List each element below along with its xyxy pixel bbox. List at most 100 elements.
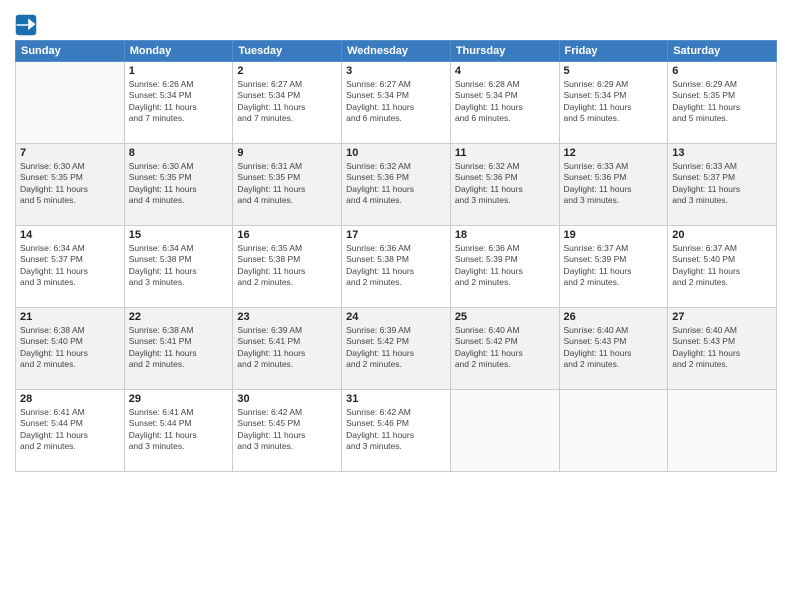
cell-day-number: 28 — [20, 393, 120, 405]
calendar-cell: 30Sunrise: 6:42 AM Sunset: 5:45 PM Dayli… — [233, 390, 342, 472]
cell-info-text: Sunrise: 6:41 AM Sunset: 5:44 PM Dayligh… — [129, 407, 229, 453]
cell-info-text: Sunrise: 6:37 AM Sunset: 5:40 PM Dayligh… — [672, 243, 772, 289]
col-header-sunday: Sunday — [16, 41, 125, 62]
calendar-cell — [16, 62, 125, 144]
cell-day-number: 14 — [20, 229, 120, 241]
cell-day-number: 18 — [455, 229, 555, 241]
col-header-tuesday: Tuesday — [233, 41, 342, 62]
col-header-thursday: Thursday — [450, 41, 559, 62]
cell-info-text: Sunrise: 6:37 AM Sunset: 5:39 PM Dayligh… — [564, 243, 664, 289]
cell-info-text: Sunrise: 6:39 AM Sunset: 5:42 PM Dayligh… — [346, 325, 446, 371]
cell-info-text: Sunrise: 6:36 AM Sunset: 5:38 PM Dayligh… — [346, 243, 446, 289]
cell-info-text: Sunrise: 6:38 AM Sunset: 5:40 PM Dayligh… — [20, 325, 120, 371]
cell-day-number: 9 — [237, 147, 337, 159]
calendar-week-row: 28 Sunrise: 6:41 AM Sunset: 5:44 PM Dayli… — [16, 390, 777, 472]
cell-day-number: 21 — [20, 311, 120, 323]
calendar-cell: 25 Sunrise: 6:40 AM Sunset: 5:42 PM Dayli… — [450, 308, 559, 390]
calendar-table: SundayMondayTuesdayWednesdayThursdayFrid… — [15, 40, 777, 472]
cell-day-number: 25 — [455, 311, 555, 323]
calendar-cell: 28 Sunrise: 6:41 AM Sunset: 5:44 PM Dayli… — [16, 390, 125, 472]
calendar-cell — [668, 390, 777, 472]
calendar-cell: 1 Sunrise: 6:26 AM Sunset: 5:34 PM Daylig… — [124, 62, 233, 144]
cell-info-text: Sunrise: 6:38 AM Sunset: 5:41 PM Dayligh… — [129, 325, 229, 371]
calendar-cell: 4 Sunrise: 6:28 AM Sunset: 5:34 PM Daylig… — [450, 62, 559, 144]
cell-day-number: 15 — [129, 229, 229, 241]
cell-day-number: 31 — [346, 393, 446, 405]
calendar-cell — [559, 390, 668, 472]
cell-info-text: Sunrise: 6:30 AM Sunset: 5:35 PM Dayligh… — [20, 161, 120, 207]
cell-info-text: Sunrise: 6:34 AM Sunset: 5:37 PM Dayligh… — [20, 243, 120, 289]
cell-day-number: 20 — [672, 229, 772, 241]
cell-info-text: Sunrise: 6:29 AM Sunset: 5:34 PM Dayligh… — [564, 79, 664, 125]
calendar-cell: 8Sunrise: 6:30 AM Sunset: 5:35 PM Daylig… — [124, 144, 233, 226]
cell-day-number: 1 — [129, 65, 229, 77]
calendar-cell: 21 Sunrise: 6:38 AM Sunset: 5:40 PM Dayli… — [16, 308, 125, 390]
cell-day-number: 6 — [672, 65, 772, 77]
cell-info-text: Sunrise: 6:40 AM Sunset: 5:43 PM Dayligh… — [672, 325, 772, 371]
cell-day-number: 12 — [564, 147, 664, 159]
calendar-cell: 24 Sunrise: 6:39 AM Sunset: 5:42 PM Dayli… — [342, 308, 451, 390]
calendar-cell: 11 Sunrise: 6:32 AM Sunset: 5:36 PM Dayli… — [450, 144, 559, 226]
cell-info-text: Sunrise: 6:33 AM Sunset: 5:36 PM Dayligh… — [564, 161, 664, 207]
cell-day-number: 26 — [564, 311, 664, 323]
calendar-cell: 17 Sunrise: 6:36 AM Sunset: 5:38 PM Dayli… — [342, 226, 451, 308]
cell-info-text: Sunrise: 6:32 AM Sunset: 5:36 PM Dayligh… — [346, 161, 446, 207]
cell-day-number: 27 — [672, 311, 772, 323]
header — [15, 10, 777, 36]
cell-info-text: Sunrise: 6:42 AM Sunset: 5:46 PM Dayligh… — [346, 407, 446, 453]
cell-info-text: Sunrise: 6:36 AM Sunset: 5:39 PM Dayligh… — [455, 243, 555, 289]
col-header-wednesday: Wednesday — [342, 41, 451, 62]
cell-info-text: Sunrise: 6:26 AM Sunset: 5:34 PM Dayligh… — [129, 79, 229, 125]
cell-day-number: 22 — [129, 311, 229, 323]
cell-day-number: 5 — [564, 65, 664, 77]
cell-info-text: Sunrise: 6:29 AM Sunset: 5:35 PM Dayligh… — [672, 79, 772, 125]
cell-day-number: 23 — [237, 311, 337, 323]
calendar-cell: 2Sunrise: 6:27 AM Sunset: 5:34 PM Daylig… — [233, 62, 342, 144]
cell-info-text: Sunrise: 6:34 AM Sunset: 5:38 PM Dayligh… — [129, 243, 229, 289]
calendar-week-row: 7 Sunrise: 6:30 AM Sunset: 5:35 PM Daylig… — [16, 144, 777, 226]
cell-day-number: 13 — [672, 147, 772, 159]
logo-icon — [15, 14, 37, 36]
calendar-cell: 7 Sunrise: 6:30 AM Sunset: 5:35 PM Daylig… — [16, 144, 125, 226]
calendar-cell: 26 Sunrise: 6:40 AM Sunset: 5:43 PM Dayli… — [559, 308, 668, 390]
calendar-cell: 5 Sunrise: 6:29 AM Sunset: 5:34 PM Daylig… — [559, 62, 668, 144]
calendar-cell: 27 Sunrise: 6:40 AM Sunset: 5:43 PM Dayli… — [668, 308, 777, 390]
cell-info-text: Sunrise: 6:40 AM Sunset: 5:43 PM Dayligh… — [564, 325, 664, 371]
calendar-cell: 20 Sunrise: 6:37 AM Sunset: 5:40 PM Dayli… — [668, 226, 777, 308]
cell-day-number: 30 — [237, 393, 337, 405]
calendar-cell: 13 Sunrise: 6:33 AM Sunset: 5:37 PM Dayli… — [668, 144, 777, 226]
cell-info-text: Sunrise: 6:30 AM Sunset: 5:35 PM Dayligh… — [129, 161, 229, 207]
cell-info-text: Sunrise: 6:41 AM Sunset: 5:44 PM Dayligh… — [20, 407, 120, 453]
calendar-cell: 9Sunrise: 6:31 AM Sunset: 5:35 PM Daylig… — [233, 144, 342, 226]
cell-info-text: Sunrise: 6:32 AM Sunset: 5:36 PM Dayligh… — [455, 161, 555, 207]
cell-info-text: Sunrise: 6:28 AM Sunset: 5:34 PM Dayligh… — [455, 79, 555, 125]
calendar-week-row: 14 Sunrise: 6:34 AM Sunset: 5:37 PM Dayli… — [16, 226, 777, 308]
calendar-cell: 6 Sunrise: 6:29 AM Sunset: 5:35 PM Daylig… — [668, 62, 777, 144]
cell-day-number: 17 — [346, 229, 446, 241]
col-header-friday: Friday — [559, 41, 668, 62]
calendar-cell — [450, 390, 559, 472]
calendar-cell: 3Sunrise: 6:27 AM Sunset: 5:34 PM Daylig… — [342, 62, 451, 144]
cell-info-text: Sunrise: 6:27 AM Sunset: 5:34 PM Dayligh… — [346, 79, 446, 125]
cell-day-number: 16 — [237, 229, 337, 241]
calendar-cell: 12 Sunrise: 6:33 AM Sunset: 5:36 PM Dayli… — [559, 144, 668, 226]
calendar-cell: 18 Sunrise: 6:36 AM Sunset: 5:39 PM Dayli… — [450, 226, 559, 308]
cell-day-number: 24 — [346, 311, 446, 323]
calendar-cell: 14 Sunrise: 6:34 AM Sunset: 5:37 PM Dayli… — [16, 226, 125, 308]
cell-day-number: 11 — [455, 147, 555, 159]
page: SundayMondayTuesdayWednesdayThursdayFrid… — [0, 0, 792, 612]
logo — [15, 14, 39, 36]
col-header-saturday: Saturday — [668, 41, 777, 62]
cell-day-number: 2 — [237, 65, 337, 77]
calendar-cell: 16 Sunrise: 6:35 AM Sunset: 5:38 PM Dayli… — [233, 226, 342, 308]
calendar-cell: 31 Sunrise: 6:42 AM Sunset: 5:46 PM Dayli… — [342, 390, 451, 472]
calendar-week-row: 1 Sunrise: 6:26 AM Sunset: 5:34 PM Daylig… — [16, 62, 777, 144]
cell-info-text: Sunrise: 6:35 AM Sunset: 5:38 PM Dayligh… — [237, 243, 337, 289]
cell-day-number: 4 — [455, 65, 555, 77]
cell-day-number: 7 — [20, 147, 120, 159]
calendar-week-row: 21 Sunrise: 6:38 AM Sunset: 5:40 PM Dayli… — [16, 308, 777, 390]
cell-day-number: 10 — [346, 147, 446, 159]
cell-info-text: Sunrise: 6:33 AM Sunset: 5:37 PM Dayligh… — [672, 161, 772, 207]
calendar-cell: 29Sunrise: 6:41 AM Sunset: 5:44 PM Dayli… — [124, 390, 233, 472]
cell-info-text: Sunrise: 6:40 AM Sunset: 5:42 PM Dayligh… — [455, 325, 555, 371]
